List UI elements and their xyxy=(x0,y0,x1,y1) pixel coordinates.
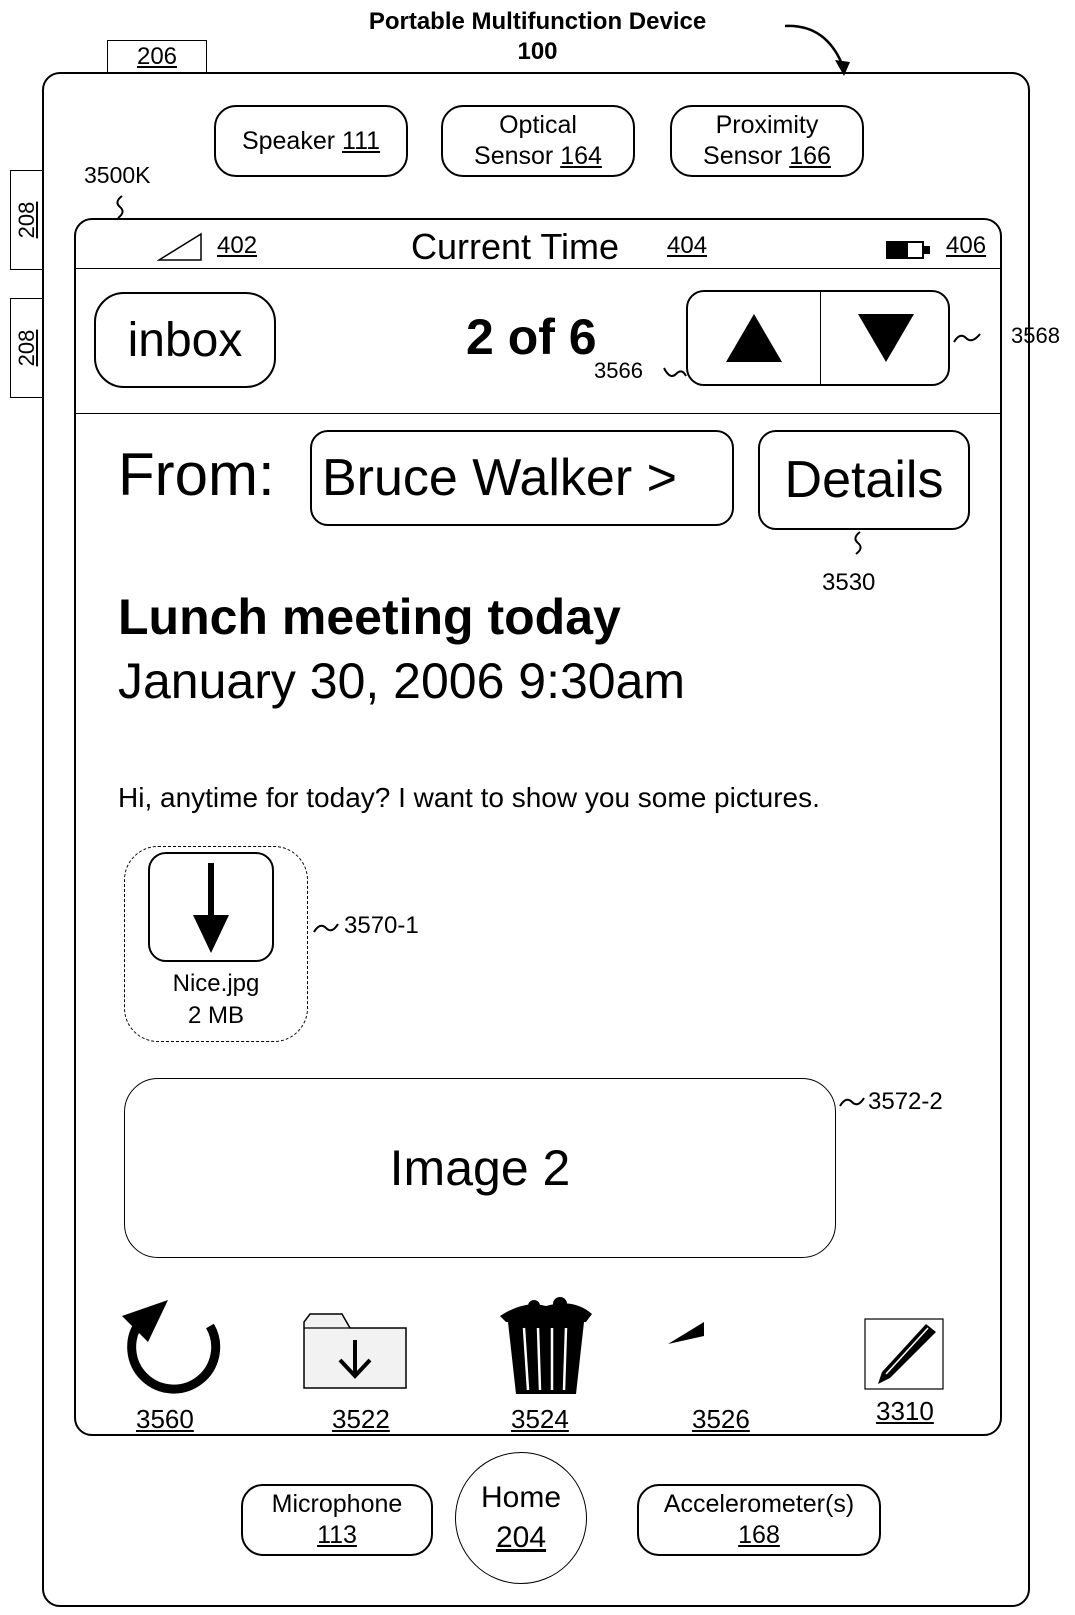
proximity-sensor-label-2: Sensor xyxy=(703,142,783,170)
accelerometer-box: Accelerometer(s) 168 xyxy=(637,1484,881,1556)
nav-divider xyxy=(76,413,1000,414)
message-body: Hi, anytime for today? I want to show yo… xyxy=(118,782,820,813)
speaker-label: Speaker xyxy=(241,126,336,155)
arrows-ref: 3568 xyxy=(1011,323,1060,348)
previous-message-button[interactable] xyxy=(688,292,821,384)
top-tab-ref: 206 xyxy=(136,43,178,70)
sender-name: Bruce Walker > xyxy=(322,448,677,507)
current-time: Current Time xyxy=(411,226,620,267)
proximity-sensor-label-1: Proximity xyxy=(715,111,819,139)
microphone-ref: 113 xyxy=(317,1521,357,1549)
down-arrow-icon xyxy=(858,314,914,362)
image-ref: 3572-2 xyxy=(868,1088,943,1115)
optical-sensor-label-1: Optical xyxy=(499,111,577,139)
screen-ref: 3500K xyxy=(84,162,151,188)
details-button[interactable]: Details xyxy=(758,430,970,530)
home-label: Home xyxy=(480,1481,562,1514)
image-label: Image 2 xyxy=(389,1140,571,1196)
message-subject: Lunch meeting today xyxy=(118,589,621,645)
compose-ref: 3310 xyxy=(876,1396,934,1426)
accelerometer-ref: 168 xyxy=(738,1521,780,1549)
reply-icon[interactable] xyxy=(664,1320,772,1386)
trash-ref: 3524 xyxy=(511,1404,569,1434)
message-counter: 2 of 6 xyxy=(466,309,597,365)
attachment-size: 2 MB xyxy=(187,1002,244,1029)
proximity-sensor-box: Proximity Sensor 166 xyxy=(670,105,864,177)
status-bar-divider xyxy=(76,268,1000,269)
refresh-icon[interactable] xyxy=(114,1296,226,1396)
attachment-ref: 3570-1 xyxy=(344,912,419,939)
device-pointer-arrow xyxy=(784,24,850,76)
sender-button[interactable]: Bruce Walker > xyxy=(310,430,734,526)
optical-sensor-ref: 164 xyxy=(560,142,602,170)
message-date: January 30, 2006 9:30am xyxy=(118,653,686,709)
side-button-ref-1: 208 xyxy=(14,201,39,239)
trash-icon[interactable] xyxy=(494,1296,598,1396)
image-ref-squiggle xyxy=(839,1097,865,1107)
details-label: Details xyxy=(784,450,944,509)
battery-icon xyxy=(886,241,930,259)
inbox-label: inbox xyxy=(127,313,243,367)
battery-ref: 406 xyxy=(946,232,987,259)
from-label: From: xyxy=(118,441,275,508)
screen-ref-squiggle xyxy=(116,195,124,219)
arrows-ref-squiggle xyxy=(953,333,981,343)
attachment-name: Nice.jpg xyxy=(172,970,260,997)
up-arrow-icon xyxy=(726,314,782,362)
next-message-button[interactable] xyxy=(820,292,948,384)
inbox-button[interactable]: inbox xyxy=(94,292,276,388)
signal-ref: 402 xyxy=(217,232,258,259)
move-to-folder-icon[interactable] xyxy=(302,1310,408,1390)
microphone-label: Microphone xyxy=(271,1490,403,1518)
refresh-ref: 3560 xyxy=(136,1404,194,1434)
optical-sensor-box: Optical Sensor 164 xyxy=(441,105,635,177)
microphone-box: Microphone 113 xyxy=(241,1484,433,1556)
time-ref: 404 xyxy=(667,232,708,259)
top-tab-206: 206 xyxy=(107,40,207,73)
proximity-sensor-ref: 166 xyxy=(789,142,831,170)
compose-icon[interactable] xyxy=(864,1318,944,1390)
image-placeholder[interactable]: Image 2 xyxy=(124,1078,836,1258)
accelerometer-label: Accelerometer(s) xyxy=(663,1490,855,1518)
counter-ref: 3566 xyxy=(594,358,643,383)
signal-icon xyxy=(157,232,202,261)
figure-title: Portable Multifunction Device xyxy=(368,8,707,35)
download-arrow-icon xyxy=(193,863,229,953)
details-ref: 3530 xyxy=(822,569,876,596)
prev-next-buttons xyxy=(686,290,950,386)
counter-ref-squiggle xyxy=(663,367,687,377)
home-button[interactable]: Home 204 xyxy=(455,1452,587,1584)
side-button-1[interactable]: 208 xyxy=(10,170,43,270)
reply-ref: 3526 xyxy=(692,1404,750,1434)
details-ref-squiggle xyxy=(854,531,862,555)
attachment-ref-squiggle xyxy=(313,923,339,933)
home-ref: 204 xyxy=(495,1521,547,1554)
side-button-2[interactable]: 208 xyxy=(10,298,43,398)
move-ref: 3522 xyxy=(332,1404,390,1434)
download-button[interactable] xyxy=(148,852,274,962)
optical-sensor-label-2: Sensor xyxy=(474,142,554,170)
side-button-ref-2: 208 xyxy=(14,329,39,367)
speaker-box: Speaker 111 xyxy=(214,105,408,177)
speaker-ref: 111 xyxy=(342,126,381,155)
